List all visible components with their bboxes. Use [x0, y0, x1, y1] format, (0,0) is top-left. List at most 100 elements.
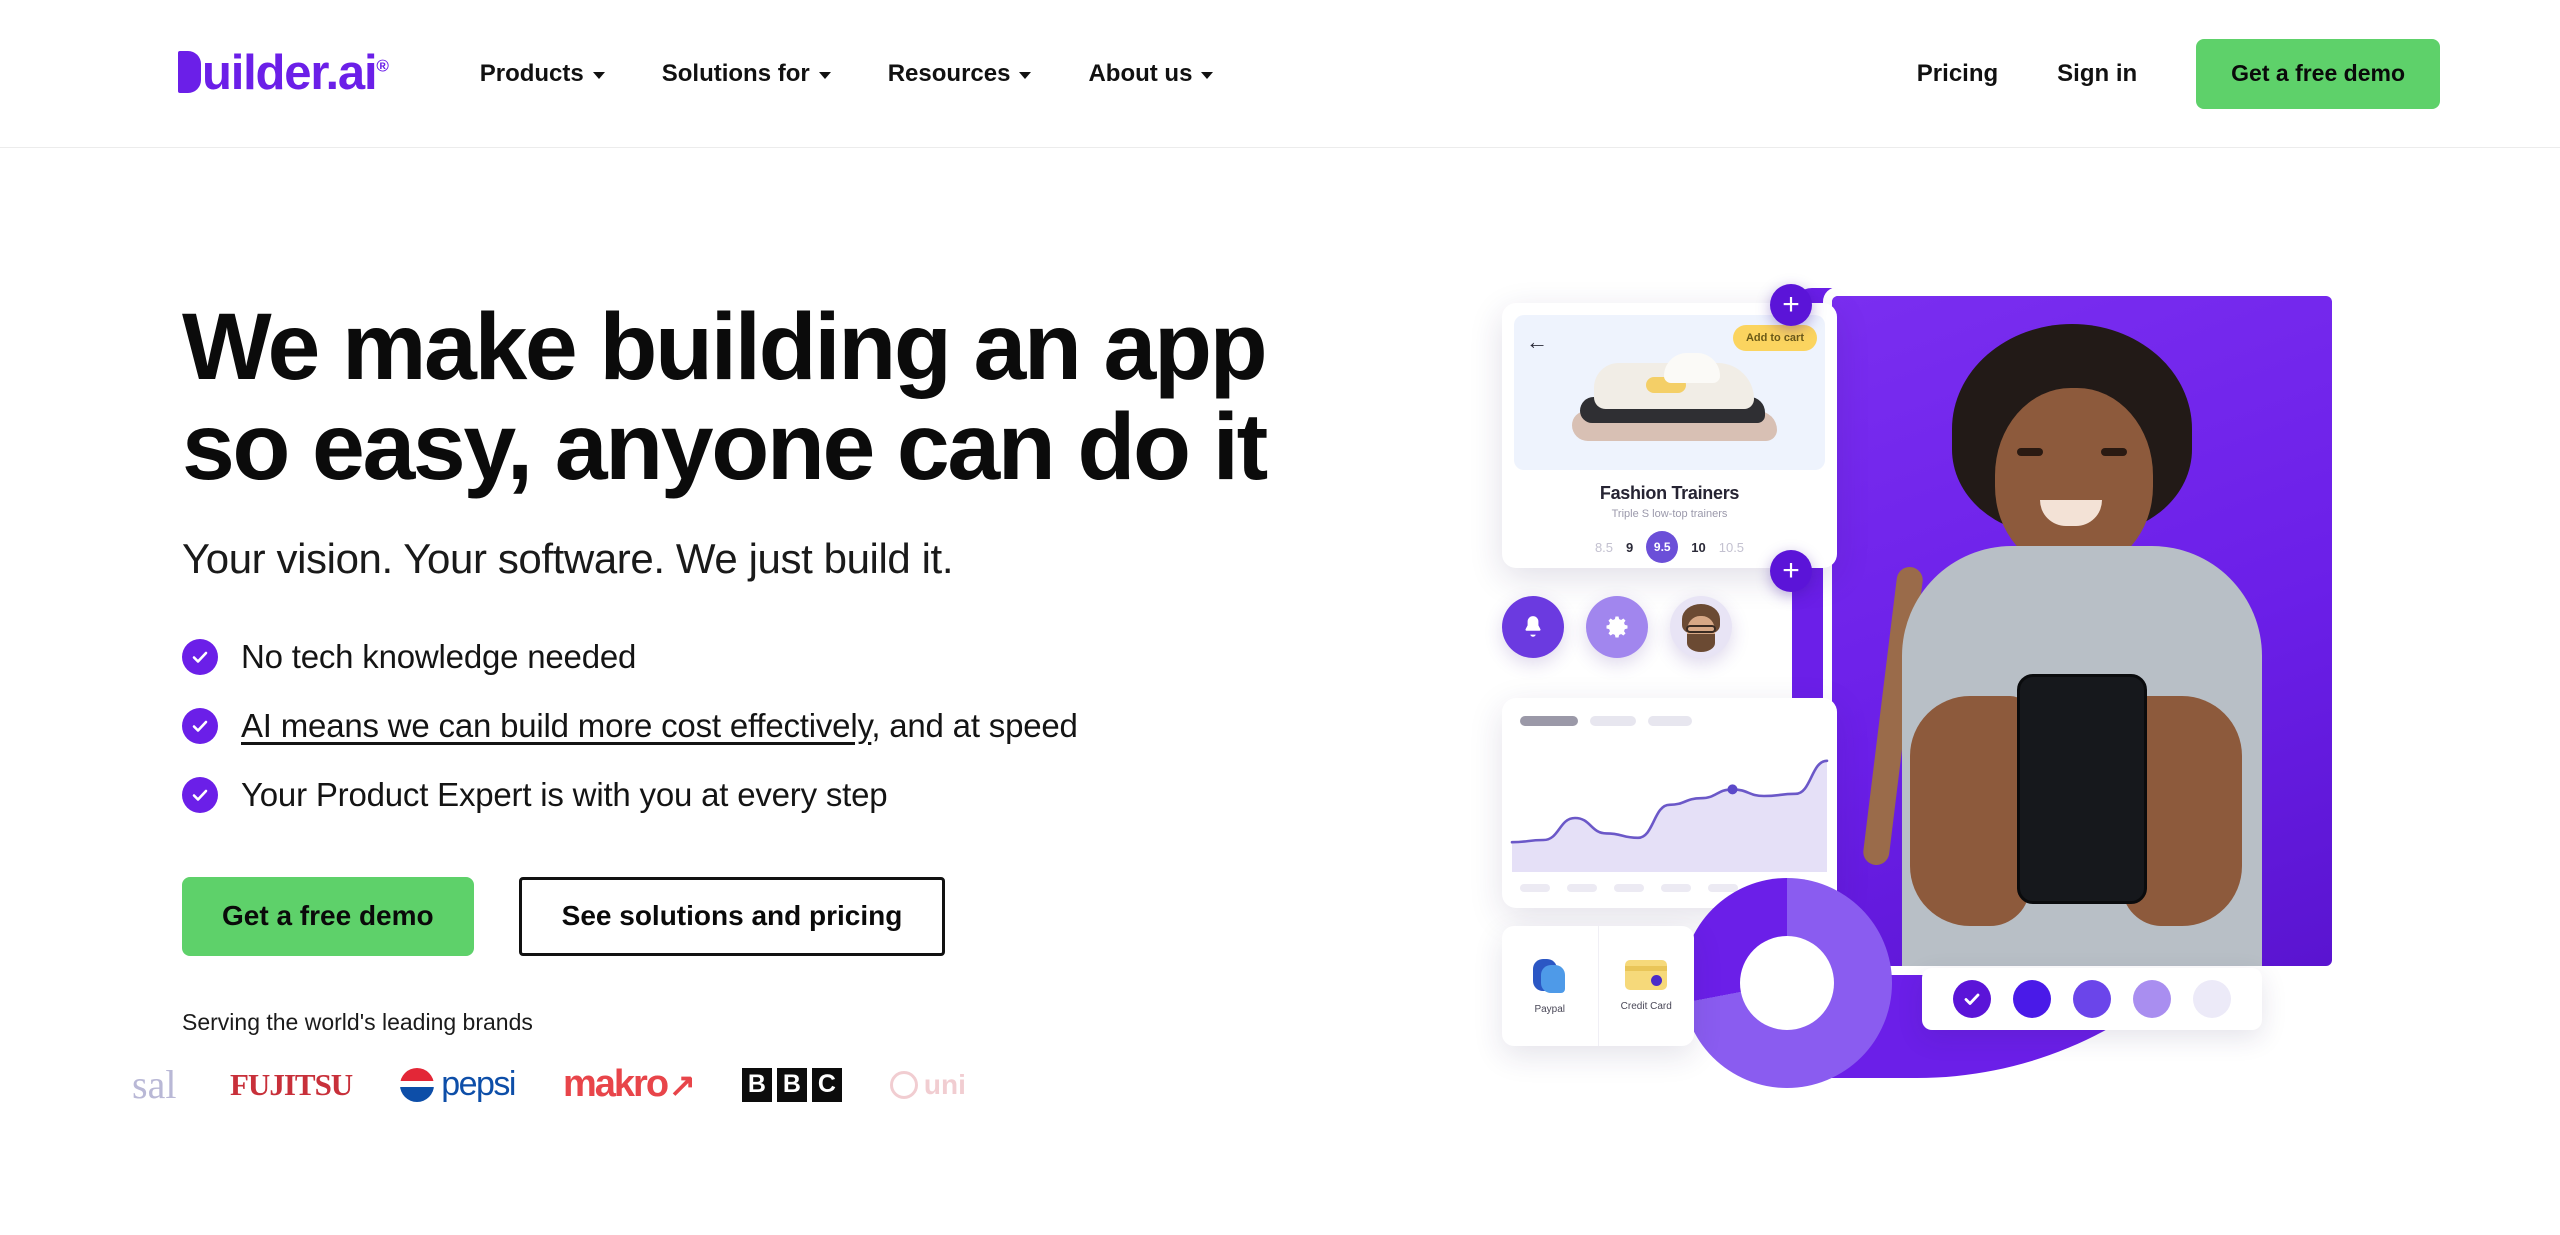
hero-illustration: + ← Add to cart Fashion Trainers Triple … [1502, 278, 2462, 1138]
fujitsu-wordmark: FUJITSU [230, 1066, 353, 1102]
add-plus-badge-bottom[interactable]: + [1770, 550, 1812, 592]
brand-logo-fujitsu: FUJITSU [230, 1062, 353, 1108]
registered-icon: ® [376, 56, 389, 76]
area-chart-svg [1510, 759, 1829, 872]
brand-logo-bbc: B B C [741, 1062, 842, 1108]
size-option[interactable]: 10 [1691, 540, 1705, 555]
hero-photo [1832, 296, 2332, 966]
color-swatch-selected[interactable] [1953, 980, 1991, 1018]
feature-icon-row [1502, 596, 1732, 658]
chevron-down-icon [818, 71, 831, 79]
credit-card-icon [1625, 960, 1668, 990]
see-solutions-pricing-button[interactable]: See solutions and pricing [518, 876, 946, 956]
chevron-down-icon [1201, 71, 1214, 79]
uni-globe-icon [889, 1070, 918, 1099]
bell-icon[interactable] [1502, 596, 1564, 658]
card-stripe [1625, 966, 1668, 971]
tab-placeholder-active[interactable] [1520, 716, 1578, 726]
color-swatch[interactable] [2013, 980, 2051, 1018]
credit-card-option[interactable]: Credit Card [1597, 926, 1695, 1046]
foot-placeholder [1614, 884, 1644, 892]
hero-bullet-list: No tech knowledge needed AI means we can… [182, 638, 1502, 814]
pricing-link[interactable]: Pricing [1917, 60, 1998, 88]
person-smile [2040, 500, 2102, 526]
pepsi-globe-icon [400, 1067, 435, 1102]
logo-wordmark: uilder.ai® [178, 46, 389, 100]
bullet-label: No tech knowledge needed [241, 637, 637, 675]
avatar-beard [1687, 634, 1715, 652]
area-chart [1502, 742, 1837, 872]
paypal-option[interactable]: Paypal [1502, 926, 1598, 1046]
builder-ai-logo[interactable]: uilder.ai® [178, 46, 389, 100]
chevron-down-icon [1019, 71, 1032, 79]
product-title: Fashion Trainers [1599, 483, 1740, 503]
nav-item-products[interactable]: Products [480, 60, 605, 88]
makro-wordmark: makro [562, 1063, 669, 1105]
size-option[interactable]: 8.5 [1595, 540, 1613, 555]
check-circle-icon [182, 707, 218, 744]
person-arm-left [1910, 696, 2030, 926]
chart-footer-placeholders [1520, 884, 1738, 892]
add-to-cart-button[interactable]: Add to cart [1732, 325, 1817, 351]
card-chip-dot [1651, 975, 1663, 986]
bullet-label: Your Product Expert is with you at every… [241, 775, 888, 813]
bbc-letter: B [741, 1067, 772, 1102]
foot-placeholder [1567, 884, 1597, 892]
nav-item-resources[interactable]: Resources [888, 60, 1032, 88]
brand-logo-makro: makro ↗ [562, 1062, 696, 1108]
size-option[interactable]: 10.5 [1719, 540, 1744, 555]
list-item: No tech knowledge needed [182, 638, 1502, 676]
brands-label: Serving the world's leading brands [182, 1008, 533, 1035]
sign-in-link[interactable]: Sign in [2057, 60, 2137, 88]
tab-placeholder[interactable] [1590, 716, 1636, 726]
color-swatch[interactable] [2193, 980, 2231, 1018]
headline-line-1: We make building an app [182, 294, 1268, 400]
main-navigation: Products Solutions for Resources About u… [480, 60, 1214, 88]
nav-label: Solutions for [661, 59, 810, 87]
hero-content: We make building an app so easy, anyone … [132, 297, 1502, 1138]
check-circle-icon [182, 638, 218, 675]
logo-b-mark [178, 51, 201, 93]
hero-section: We make building an app so easy, anyone … [0, 148, 2560, 1138]
person-eye [2017, 448, 2043, 456]
size-option-selected[interactable]: 9.5 [1646, 531, 1679, 563]
header-get-demo-button[interactable]: Get a free demo [2196, 38, 2440, 109]
brand-logo-uni: uni [889, 1062, 966, 1108]
shoe-tongue [1664, 353, 1720, 383]
sal-wordmark: sal [132, 1062, 177, 1107]
color-swatch[interactable] [2133, 980, 2171, 1018]
product-subtitle: Triple S low-top trainers [1611, 508, 1728, 520]
person-face [1995, 388, 2153, 570]
hero-subtitle: Your vision. Your software. We just buil… [182, 534, 954, 582]
bullet-label: AI means we can build more cost effectiv… [241, 707, 1078, 745]
logo-text: uilder.ai [202, 46, 378, 100]
nav-item-solutions-for[interactable]: Solutions for [662, 60, 831, 88]
page-title: We make building an app so easy, anyone … [182, 297, 1362, 498]
bullet-tail: , and at speed [871, 706, 1078, 744]
nav-item-about-us[interactable]: About us [1088, 59, 1214, 88]
cost-effective-link[interactable]: AI means we can build more cost effectiv… [241, 707, 872, 744]
paypal-label: Paypal [1534, 1004, 1566, 1015]
list-item: AI means we can build more cost effectiv… [182, 707, 1502, 745]
uni-wordmark: uni [923, 1068, 966, 1100]
add-plus-badge-top[interactable]: + [1770, 284, 1812, 326]
color-swatch-row [1922, 968, 2262, 1030]
foot-placeholder [1661, 884, 1691, 892]
size-option[interactable]: 9 [1626, 540, 1633, 555]
nav-label: About us [1088, 59, 1193, 87]
site-header: uilder.ai® Products Solutions for Resour… [0, 0, 2560, 148]
credit-card-label: Credit Card [1620, 1001, 1672, 1012]
back-arrow-icon[interactable]: ← [1526, 329, 1548, 355]
color-swatch[interactable] [2073, 980, 2111, 1018]
paypal-front-shape [1540, 965, 1565, 993]
tab-placeholder[interactable] [1648, 716, 1692, 726]
check-circle-icon [182, 776, 218, 813]
sneaker-illustration [1572, 353, 1777, 441]
hero-cta-row: Get a free demo See solutions and pricin… [182, 876, 1502, 956]
get-free-demo-button[interactable]: Get a free demo [182, 876, 474, 956]
avatar[interactable] [1670, 596, 1732, 658]
nav-label: Products [479, 59, 584, 87]
product-card: ← Add to cart Fashion Trainers Triple S … [1502, 303, 1837, 568]
gear-icon[interactable] [1586, 596, 1648, 658]
chevron-down-icon [592, 71, 605, 79]
